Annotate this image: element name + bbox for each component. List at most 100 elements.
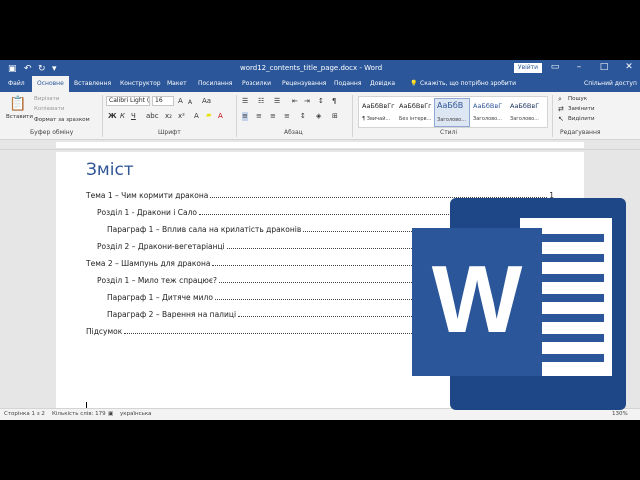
grow-font-icon[interactable]: A [178,97,183,106]
tab-insert[interactable]: Вставлення [74,76,111,92]
customize-icon[interactable]: ▾ [52,64,57,74]
style-item[interactable]: АаБбВвГ Заголово... [508,98,544,127]
tell-me-input[interactable]: Скажіть, що потрібно зробити [420,76,516,92]
find-icon[interactable]: ⌕ [558,95,562,104]
tab-home[interactable]: Основне [32,76,69,92]
tab-file[interactable]: Файл [8,76,25,92]
find-button[interactable]: Пошук [568,96,587,102]
tab-mailings[interactable]: Розсилки [242,76,271,92]
font-size-select[interactable]: 16 [152,96,174,106]
toc-entry-text: Параграф 1 – Вплив сала на крилатість др… [107,225,302,234]
signin-button[interactable]: Увійти [514,63,542,73]
change-case-icon[interactable]: Aa [202,97,211,106]
increase-indent-icon[interactable]: ⇥ [304,97,310,106]
align-center-icon[interactable]: ≡ [256,112,262,121]
font-name-select[interactable]: Calibri Light (З [106,96,150,106]
highlight-icon[interactable]: ▰ [206,111,211,120]
decrease-indent-icon[interactable]: ⇤ [292,97,298,106]
align-right-icon[interactable]: ≡ [270,112,276,121]
align-left-icon[interactable]: ≡ [242,112,248,121]
page-count[interactable]: Сторінка 1 з 2 [4,411,45,417]
redo-icon[interactable]: ↻ [38,64,46,74]
style-name: ¶ Звичай... [362,116,391,122]
toc-entry-text: Параграф 1 – Дитяче мило [107,293,213,302]
maximize-button[interactable]: □ [597,62,611,72]
ruler-bar [56,142,584,148]
word-count[interactable]: Кількість слів: 179 [52,411,106,417]
minimize-button[interactable]: – [572,62,586,72]
shrink-font-icon[interactable]: A [188,98,192,107]
toc-entry-text: Параграф 2 – Варення на палиці [107,310,237,319]
bold-button[interactable]: Ж [108,112,117,121]
multilevel-list-icon[interactable]: ☰ [274,97,280,106]
font-group-label: Шрифт [158,129,181,136]
shading-icon[interactable]: ◈ [316,112,321,121]
tab-layout[interactable]: Макет [167,76,187,92]
select-button[interactable]: Виділити [568,116,595,122]
style-preview: АаБбВвГ [473,102,503,110]
editing-group-label: Редагування [560,129,601,136]
tab-view[interactable]: Подання [334,76,361,92]
style-preview: АаБбВвГг [362,102,395,110]
copy-button[interactable]: Копіювати [34,106,64,112]
group-separator [102,95,103,137]
tab-help[interactable]: Довідка [370,76,395,92]
replace-button[interactable]: Замінити [568,106,595,112]
style-item[interactable]: АаБбВвГг Без інтерв... [397,98,433,127]
subscript-icon[interactable]: x₂ [165,112,172,121]
tab-review[interactable]: Рецензування [282,76,326,92]
borders-icon[interactable]: ⊞ [332,112,338,121]
strikethrough-icon[interactable]: abc [146,112,159,121]
show-marks-icon[interactable]: ¶ [332,97,336,106]
justify-icon[interactable]: ≡ [284,112,290,121]
undo-icon[interactable]: ↶ [24,64,32,74]
toc-entry-text: Розділ 2 – Дракони-вегетаріанці [97,242,225,251]
logo-letter: W [432,246,523,353]
paragraph-group-label: Абзац [284,129,303,136]
horizontal-ruler[interactable] [0,140,640,150]
ribbon-display-options-icon[interactable]: ▭ [548,62,562,72]
tab-references[interactable]: Посилання [198,76,232,92]
italic-button[interactable]: К [120,112,125,121]
replace-icon[interactable]: ⇄ [558,105,564,114]
tab-design[interactable]: Конструктор [120,76,161,92]
vertical-ruler[interactable] [0,150,10,408]
style-preview: АаБбВвГг [399,102,432,110]
numbering-icon[interactable]: ☷ [258,97,264,106]
save-icon[interactable]: ▣ [8,64,17,74]
share-button[interactable]: Спільний доступ [584,76,637,92]
style-name: Без інтерв... [399,116,432,122]
toc-entry-text: Тема 1 – Чим кормити дракона [86,191,209,200]
ribbon: 📋 Вставити Вирізати Копіювати Формат за … [0,92,640,140]
styles-group-label: Стилі [440,129,458,136]
line-spacing-icon[interactable]: ↕ [300,112,306,121]
style-item[interactable]: АаБбВвГг ¶ Звичай... [360,98,396,127]
toc-entry-text: Розділ 1 - Дракони і Сало [97,208,197,217]
style-item[interactable]: АаБбВвГ Заголово... [471,98,507,127]
group-separator [352,95,353,137]
clipboard-group-label: Буфер обміну [30,129,74,136]
underline-button[interactable]: Ч [131,112,136,121]
format-painter-button[interactable]: Формат за зразком [34,117,90,123]
group-separator [552,95,553,137]
close-button[interactable]: ✕ [622,62,636,72]
toc-entry-text: Підсумок [86,327,123,336]
style-item[interactable]: АаБбВ Заголово... [434,98,470,127]
bullets-icon[interactable]: ☰ [242,97,248,106]
select-icon[interactable]: ↖ [558,115,564,124]
font-color-icon[interactable]: A [218,112,223,121]
style-preview: АаБбВвГ [510,102,540,110]
language-indicator[interactable]: українська [120,411,152,417]
styles-gallery: АаБбВвГг ¶ Звичай... АаБбВвГг Без інтерв… [358,96,548,128]
paste-button[interactable]: Вставити [6,114,33,120]
toc-entry-text: Тема 2 – Шампунь для дракона [86,259,211,268]
group-separator [236,95,237,137]
superscript-icon[interactable]: x² [178,112,185,121]
paste-icon[interactable]: 📋 [9,96,26,112]
cut-button[interactable]: Вирізати [34,96,59,102]
proofing-icon[interactable]: ▣ [108,411,113,417]
toc-entry-text: Розділ 1 – Мило теж спрацює? [97,276,217,285]
sort-icon[interactable]: ↕ [318,97,324,106]
text-effects-icon[interactable]: A [194,112,199,121]
toc-heading: Зміст [86,160,134,180]
